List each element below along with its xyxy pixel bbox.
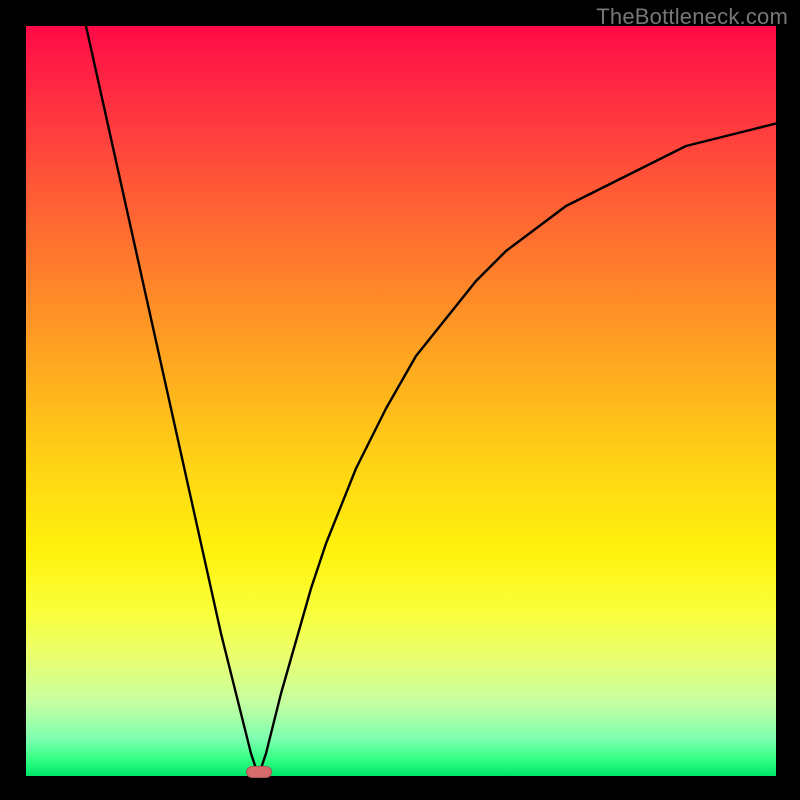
watermark-text: TheBottleneck.com: [596, 4, 788, 30]
bottleneck-curve: [86, 26, 776, 776]
optimum-marker: [246, 766, 272, 778]
curve-svg: [26, 26, 776, 776]
plot-area: [26, 26, 776, 776]
